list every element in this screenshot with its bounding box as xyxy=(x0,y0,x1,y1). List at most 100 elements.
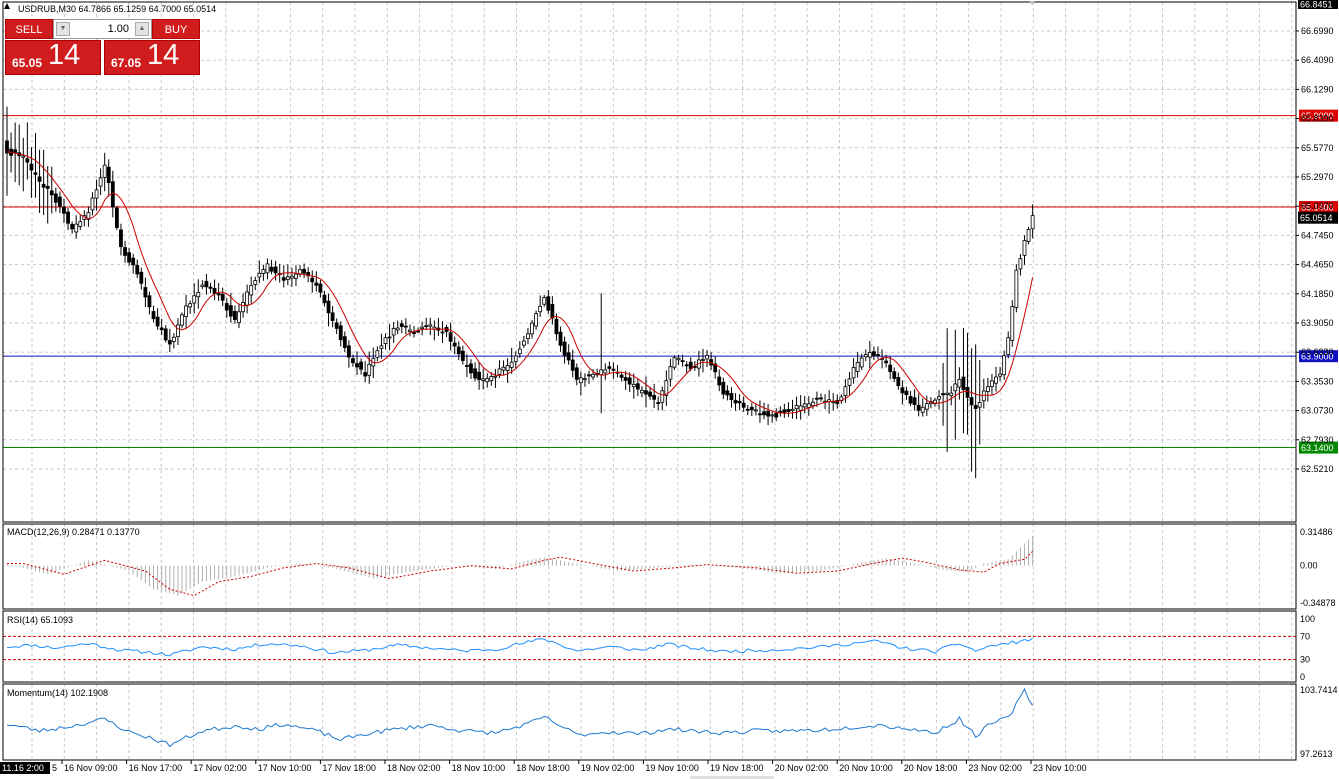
candle-body xyxy=(574,367,579,380)
price-axis-label: 66.4090 xyxy=(1301,55,1334,65)
candle-body xyxy=(25,158,30,163)
candle-body xyxy=(302,268,307,274)
candle-body xyxy=(855,362,860,372)
candle-body xyxy=(753,409,758,412)
candle-body xyxy=(672,357,677,368)
lot-size-input[interactable]: ▼ 1.00 ▲ xyxy=(53,19,152,39)
buy-button[interactable]: BUY xyxy=(152,19,200,39)
candle-body xyxy=(652,395,657,400)
candle-body xyxy=(176,324,180,338)
sell-button[interactable]: SELL xyxy=(5,19,53,39)
lot-size-value[interactable]: 1.00 xyxy=(108,20,129,38)
candle-body xyxy=(440,331,445,334)
candle-body xyxy=(904,390,909,396)
candle-body xyxy=(668,366,673,380)
candle-body xyxy=(924,403,929,410)
candle-body xyxy=(233,311,237,320)
lot-decrease-icon[interactable]: ▼ xyxy=(56,22,70,36)
price-axis-label: 65.8390 xyxy=(1301,114,1334,124)
candle-body xyxy=(1022,240,1027,256)
candle-body xyxy=(578,377,583,384)
candle-body xyxy=(188,303,193,308)
sell-price-small: 65.05 xyxy=(12,56,43,70)
candle-body xyxy=(171,336,176,342)
candle-body xyxy=(147,295,152,308)
candle-body xyxy=(212,288,217,294)
candle-body xyxy=(998,373,1002,377)
candle-body xyxy=(770,414,775,417)
candle-body xyxy=(106,166,111,184)
candle-body xyxy=(408,329,412,333)
candle-body xyxy=(619,374,624,378)
candle-body xyxy=(78,221,83,227)
candle-body xyxy=(810,401,815,406)
candle-body xyxy=(884,360,889,364)
sell-price-big: 14 xyxy=(48,39,81,71)
candle-body xyxy=(261,269,266,274)
time-axis-label: 16 Nov 09:00 xyxy=(64,763,118,773)
first-time-label: 11.16 2:00 xyxy=(2,763,44,773)
candle-body xyxy=(249,285,254,296)
candle-body xyxy=(729,393,734,401)
buy-quote-button[interactable]: 67.05 14 xyxy=(104,39,200,75)
candle-body xyxy=(180,314,184,326)
candle-body xyxy=(591,373,595,378)
candle-body xyxy=(322,294,327,304)
candle-body xyxy=(481,378,486,381)
time-axis-label: 17 Nov 10:00 xyxy=(258,763,312,773)
candle-body xyxy=(701,359,705,361)
candle-body xyxy=(623,377,628,381)
candle-body xyxy=(416,330,420,333)
candle-body xyxy=(721,382,726,395)
candle-body xyxy=(265,263,270,274)
time-axis-label: 20 Nov 10:00 xyxy=(839,763,893,773)
lot-increase-icon[interactable]: ▲ xyxy=(135,22,149,36)
candle-body xyxy=(399,323,404,328)
candle-body xyxy=(1002,355,1007,376)
candle-body xyxy=(961,376,966,391)
candle-body xyxy=(37,176,42,182)
candle-body xyxy=(131,257,136,266)
sell-quote-button[interactable]: 65.05 14 xyxy=(5,39,101,75)
rsi-axis-label: 30 xyxy=(1300,655,1310,665)
time-axis-label: 23 Nov 02:00 xyxy=(968,763,1022,773)
price-axis-label: 64.1850 xyxy=(1301,289,1334,299)
candle-body xyxy=(428,324,433,327)
candle-body xyxy=(53,193,58,203)
price-axis-label: 65.0370 xyxy=(1301,201,1334,211)
candle-body xyxy=(253,280,258,285)
candle-body xyxy=(110,181,115,208)
candle-body xyxy=(994,376,998,384)
candle-body xyxy=(941,393,945,396)
candle-body xyxy=(294,273,298,279)
candle-body xyxy=(314,282,319,286)
candle-body xyxy=(937,396,941,400)
time-axis-label: 18 Nov 02:00 xyxy=(387,763,441,773)
candle-body xyxy=(334,322,339,329)
candle-body xyxy=(383,337,388,345)
candle-body xyxy=(102,164,107,178)
candle-body xyxy=(603,369,608,374)
candle-body xyxy=(5,140,9,154)
rsi-axis-label: 70 xyxy=(1300,631,1310,641)
candle-body xyxy=(159,327,164,331)
candle-body xyxy=(1026,229,1031,242)
candle-body xyxy=(49,190,54,196)
candle-body xyxy=(127,252,131,263)
candle-body xyxy=(151,311,156,320)
candle-body xyxy=(534,313,538,327)
candle-body xyxy=(29,163,34,171)
candle-body xyxy=(741,402,746,408)
candle-body xyxy=(611,368,616,371)
candle-body xyxy=(342,336,347,348)
candle-body xyxy=(990,380,994,387)
candle-body xyxy=(717,376,722,386)
candle-body xyxy=(489,376,494,382)
symbol-info: USDRUB,M30 64.7866 65.1259 64.7000 65.05… xyxy=(18,4,216,14)
candle-body xyxy=(224,303,229,311)
chart-canvas[interactable]: 65.900065.140063.900063.1400 66.845166.6… xyxy=(0,0,1339,779)
candle-body xyxy=(200,284,205,288)
candle-body xyxy=(465,365,469,367)
macd-axis-label: 0.00 xyxy=(1300,561,1318,571)
candle-body xyxy=(391,328,396,336)
